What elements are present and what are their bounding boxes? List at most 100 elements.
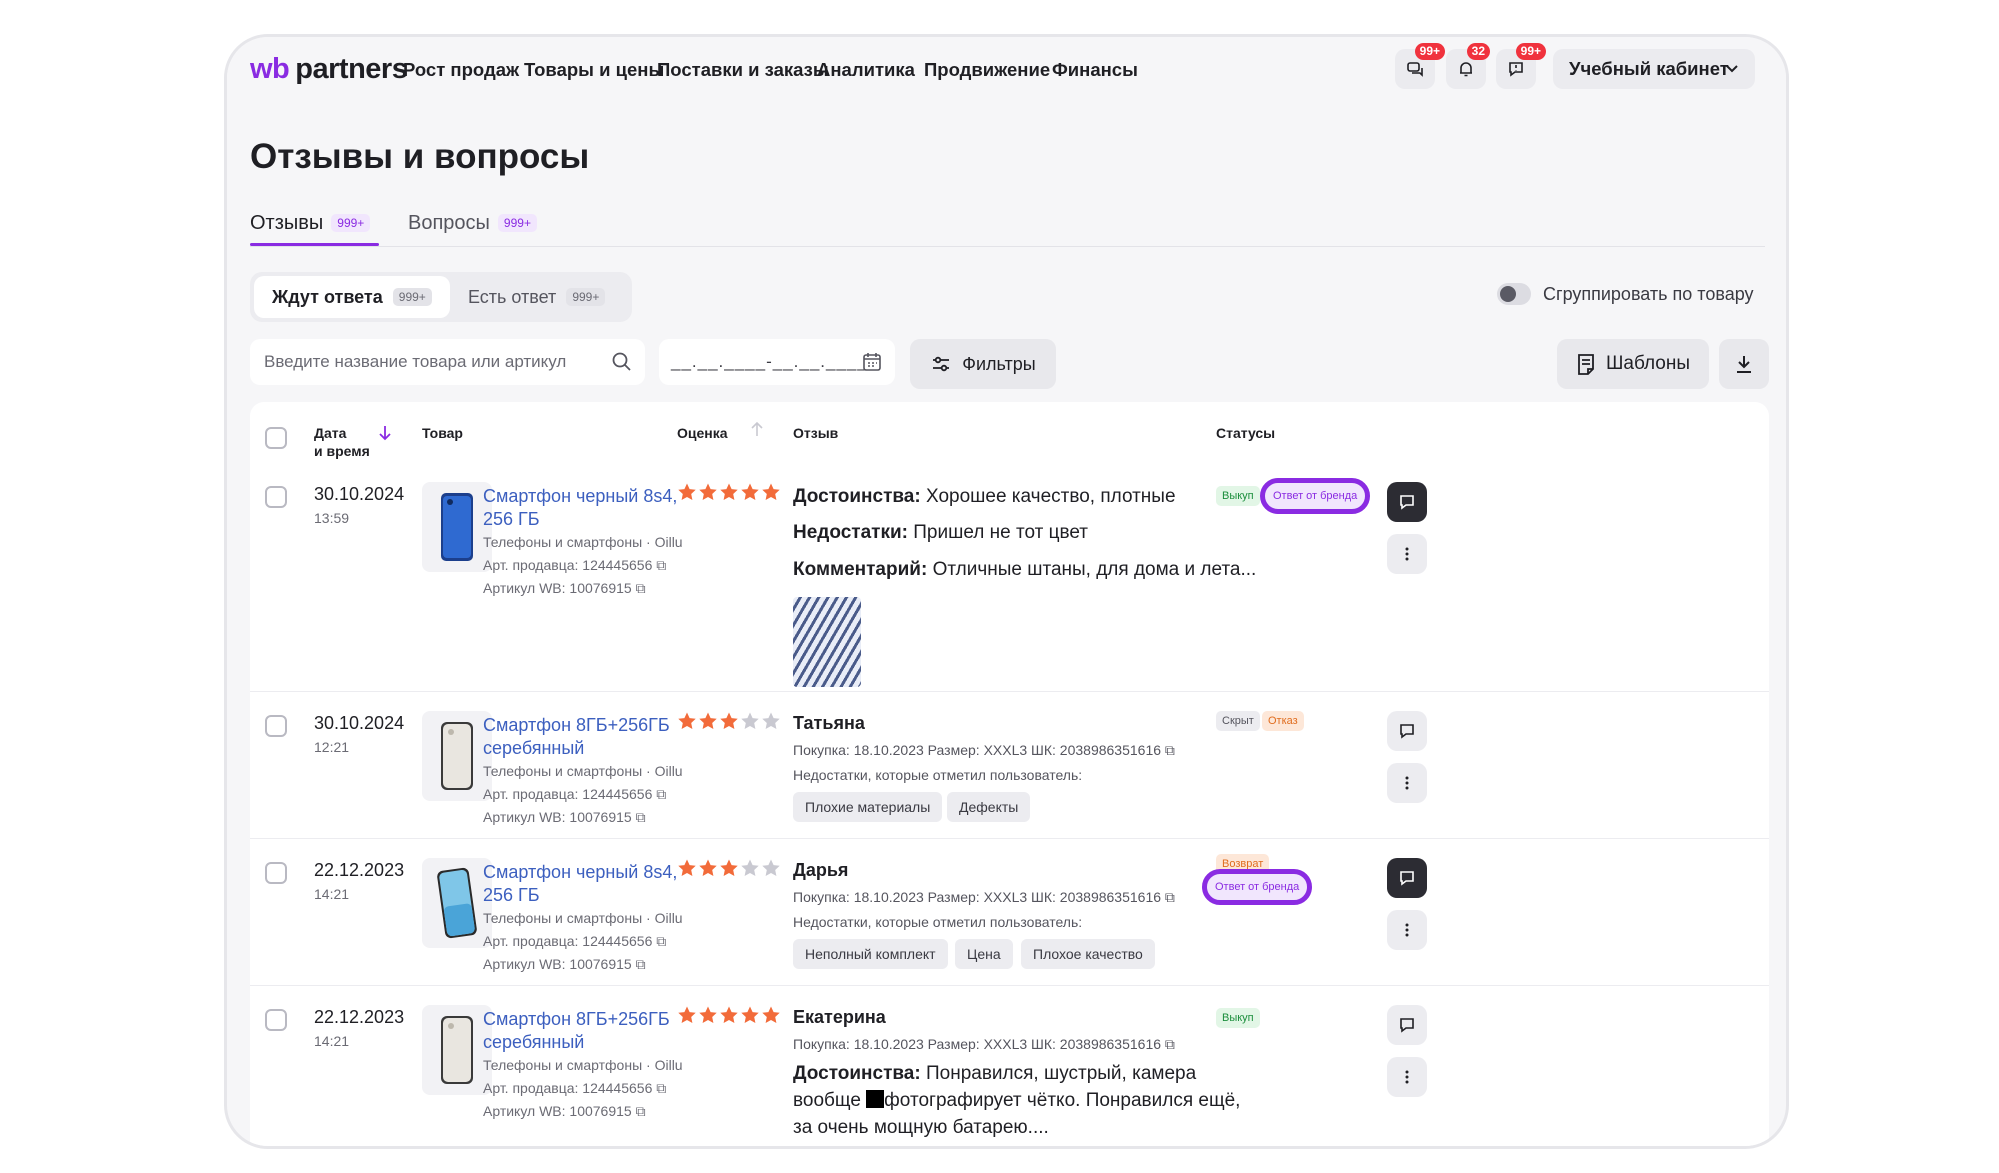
document-icon <box>1578 354 1594 375</box>
seller-sku: Арт. продавца: 124445656 ⧉ <box>483 786 667 802</box>
sort-arrow-up-icon[interactable] <box>749 420 765 438</box>
phone-image-icon <box>441 722 473 790</box>
templates-button[interactable]: Шаблоны <box>1557 339 1709 389</box>
flaw-chip: Неполный комплект <box>793 939 948 969</box>
row-checkbox[interactable] <box>265 1009 287 1031</box>
review-pros: Достоинства: Понравился, шустрый, камера <box>793 1063 1197 1084</box>
sliders-icon <box>933 356 950 372</box>
more-options-button[interactable] <box>1387 910 1427 950</box>
flaws-note: Недостатки, которые отметил пользователь… <box>793 914 1083 930</box>
row-checkbox[interactable] <box>265 486 287 508</box>
message-icon <box>1400 724 1414 739</box>
support-button[interactable]: 99+ <box>1496 43 1546 89</box>
review-author: Екатерина <box>793 1007 886 1027</box>
wb-partners-logo[interactable]: wb partners <box>250 53 408 89</box>
copy-icon[interactable]: ⧉ <box>1165 1036 1175 1052</box>
star-icon <box>741 712 759 729</box>
nav-analytics[interactable]: Аналитика <box>817 59 915 81</box>
product-thumbnail[interactable] <box>422 1005 492 1095</box>
group-by-product-toggle[interactable]: Сгруппировать по товару <box>1497 283 1754 305</box>
segment-count-badge: 999+ <box>566 288 606 306</box>
review-time: 12:21 <box>314 739 350 755</box>
product-name-link[interactable]: Смартфон черный 8s4, 256 ГБ <box>483 861 703 907</box>
wb-sku: Артикул WB: 10076915 ⧉ <box>483 956 646 972</box>
cabinet-selector[interactable]: Учебный кабинет <box>1553 49 1755 89</box>
copy-icon[interactable]: ⧉ <box>656 557 666 573</box>
column-review: Отзыв <box>793 425 839 441</box>
calendar-icon[interactable] <box>861 351 883 373</box>
copy-icon[interactable]: ⧉ <box>636 956 646 972</box>
review-author: Дарья <box>793 860 849 880</box>
nav-supplies-orders[interactable]: Поставки и заказы <box>657 59 829 81</box>
copy-icon[interactable]: ⧉ <box>1165 742 1175 758</box>
review-date: 30.10.2024 <box>314 713 405 733</box>
more-options-button[interactable] <box>1387 763 1427 803</box>
star-icon <box>678 859 696 876</box>
more-options-button[interactable] <box>1387 1057 1427 1097</box>
copy-icon[interactable]: ⧉ <box>1165 889 1175 905</box>
message-icon <box>1400 495 1414 510</box>
reply-button[interactable] <box>1387 858 1427 898</box>
reply-button[interactable] <box>1387 482 1427 522</box>
star-icon <box>741 1006 759 1023</box>
more-options-button[interactable] <box>1387 534 1427 574</box>
copy-icon[interactable]: ⧉ <box>656 933 666 949</box>
search-icon[interactable] <box>611 351 633 373</box>
tab-reviews[interactable]: Отзывы 999+ <box>250 207 371 239</box>
select-all-checkbox[interactable] <box>265 427 287 449</box>
nav-goods-prices[interactable]: Товары и цены <box>524 59 664 81</box>
review-cons: Недостатки: Пришел не тот цвет <box>793 522 1088 543</box>
row-checkbox[interactable] <box>265 862 287 884</box>
product-category: Телефоны и смартфоны · Oillu <box>483 763 683 779</box>
star-icon <box>720 712 738 729</box>
star-icon <box>678 712 696 729</box>
product-thumbnail[interactable] <box>422 711 492 801</box>
star-icon <box>762 1006 780 1023</box>
wb-sku: Артикул WB: 10076915 ⧉ <box>483 1103 646 1119</box>
product-name-link[interactable]: Смартфон 8ГБ+256ГБ серебянный <box>483 714 703 760</box>
chat-button[interactable]: 99+ <box>1395 43 1445 89</box>
chevron-down-icon <box>1726 65 1738 73</box>
copy-icon[interactable]: ⧉ <box>636 809 646 825</box>
tab-count-badge: 999+ <box>497 214 537 232</box>
segment-count-badge: 999+ <box>392 288 432 306</box>
search-input[interactable]: Введите название товара или артикул <box>250 339 645 385</box>
nav-promotion[interactable]: Продвижение <box>924 59 1050 81</box>
filters-button[interactable]: Фильтры <box>910 339 1056 389</box>
row-checkbox[interactable] <box>265 715 287 737</box>
rating-stars <box>677 482 781 502</box>
sort-desc-arrow-icon[interactable] <box>377 424 393 442</box>
star-icon <box>741 859 759 876</box>
product-thumbnail[interactable] <box>422 858 492 948</box>
star-icon <box>720 1006 738 1023</box>
reply-button[interactable] <box>1387 711 1427 751</box>
copy-icon[interactable]: ⧉ <box>636 580 646 596</box>
review-pros-cont: за очень мощную батарею.... <box>793 1117 1049 1138</box>
segment-answered[interactable]: Есть ответ 999+ <box>450 276 623 318</box>
toggle-switch[interactable] <box>1497 283 1531 305</box>
column-rating[interactable]: Оценка <box>677 424 728 442</box>
review-comment: Комментарий: Отличные штаны, для дома и … <box>793 559 1257 580</box>
download-button[interactable] <box>1719 339 1769 389</box>
app-window: wb partners Рост продаж Товары и цены По… <box>224 34 1789 1149</box>
review-photo[interactable] <box>793 597 861 687</box>
phone-image-icon <box>437 867 477 939</box>
purchase-info: Покупка: 18.10.2023 Размер: XXXL3 ШК: 20… <box>793 889 1175 905</box>
copy-icon[interactable]: ⧉ <box>656 786 666 802</box>
copy-icon[interactable]: ⧉ <box>656 1080 666 1096</box>
notifications-button[interactable]: 32 <box>1446 43 1490 89</box>
nav-finance[interactable]: Финансы <box>1052 59 1138 81</box>
product-name-link[interactable]: Смартфон 8ГБ+256ГБ серебянный <box>483 1008 703 1054</box>
tab-questions[interactable]: Вопросы 999+ <box>408 207 537 239</box>
status-tag-refusal: Отказ <box>1262 711 1304 731</box>
product-name-link[interactable]: Смартфон черный 8s4, 256 ГБ <box>483 485 703 531</box>
segment-awaiting-answer[interactable]: Ждут ответа 999+ <box>254 276 450 318</box>
copy-icon[interactable]: ⧉ <box>636 1103 646 1119</box>
date-range-input[interactable]: __.__.____-__.__.____ <box>659 339 895 385</box>
nav-sales-growth[interactable]: Рост продаж <box>403 59 519 81</box>
row-divider <box>250 838 1769 839</box>
product-thumbnail[interactable] <box>422 482 492 572</box>
reply-button[interactable] <box>1387 1005 1427 1045</box>
status-tag-brand-answer: Ответ от бренда <box>1260 478 1371 514</box>
column-date[interactable]: Дата и время <box>314 424 370 460</box>
